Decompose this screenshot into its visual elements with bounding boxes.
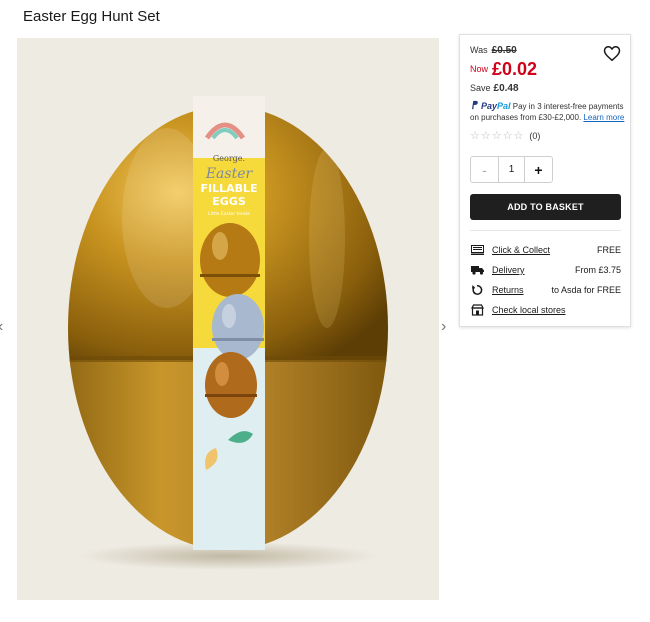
divider [470, 230, 621, 231]
decrease-quantity-button[interactable]: - [471, 157, 499, 182]
star-icon: ☆ [513, 130, 524, 142]
chevron-right-icon[interactable]: › [441, 318, 451, 336]
star-icon: ☆ [502, 130, 513, 142]
paypal-icon [472, 100, 478, 110]
page-title: Easter Egg Hunt Set [23, 8, 160, 25]
was-label: Was [470, 45, 488, 55]
delivery-price: From £3.75 [574, 265, 621, 275]
was-price: Was £0.50 [470, 45, 517, 56]
quantity-input[interactable]: 1 [499, 157, 524, 182]
click-collect-row: Click & Collect FREE [470, 243, 621, 257]
paypal-learn-more-link[interactable]: Learn more [583, 113, 624, 122]
quantity-stepper: - 1 + [470, 156, 553, 183]
click-collect-link[interactable]: Click & Collect [492, 245, 550, 255]
star-icon: ☆ [470, 130, 480, 142]
check-local-stores-link[interactable]: Check local stores [492, 305, 566, 315]
paypal-logo-pay: Pay [481, 101, 498, 111]
product-image: George. Easter FILLABLE EGGS Little East… [17, 38, 439, 600]
star-icon: ☆ [480, 130, 491, 142]
save-label: Save [470, 83, 491, 93]
save-amount-value: £0.48 [493, 83, 519, 94]
package-line2: FILLABLE [200, 182, 257, 195]
now-price-value: £0.02 [492, 59, 538, 79]
local-stores-row: Check local stores [470, 303, 621, 317]
chevron-left-icon[interactable]: ‹ [0, 318, 8, 336]
truck-icon [470, 264, 484, 276]
heart-icon[interactable] [603, 45, 621, 62]
delivery-link[interactable]: Delivery [492, 265, 525, 275]
rating[interactable]: ☆ ☆ ☆ ☆ ☆ (0) [470, 130, 540, 142]
purchase-panel: Was £0.50 Now £0.02 Save £0.48 PayPal Pay i… [459, 34, 631, 327]
paypal-logo-pal: Pal [497, 101, 511, 111]
now-label: Now [470, 64, 489, 74]
package-line3: EGGS [212, 195, 246, 208]
package-brand: George. [213, 154, 245, 163]
store-icon [470, 244, 484, 256]
shop-icon [470, 304, 484, 316]
return-icon [470, 284, 484, 296]
delivery-row: Delivery From £3.75 [470, 263, 621, 277]
returns-link[interactable]: Returns [492, 285, 524, 295]
save-amount: Save £0.48 [470, 83, 519, 94]
returns-info: to Asda for FREE [551, 285, 621, 295]
paypal-banner: PayPal Pay in 3 interest-free payments o… [470, 100, 628, 123]
now-price: Now £0.02 [470, 59, 537, 80]
was-price-value: £0.50 [491, 45, 517, 56]
package-tagline: Little Easter treats [208, 211, 250, 217]
star-icon: ☆ [491, 130, 502, 142]
increase-quantity-button[interactable]: + [524, 157, 552, 182]
click-collect-price: FREE [596, 245, 621, 255]
add-to-basket-button[interactable]: ADD TO BASKET [470, 194, 621, 220]
paypal-logo: PayPal [481, 101, 511, 112]
package-line1: Easter [205, 166, 254, 182]
returns-row: Returns to Asda for FREE [470, 283, 621, 297]
review-count[interactable]: (0) [529, 131, 540, 141]
